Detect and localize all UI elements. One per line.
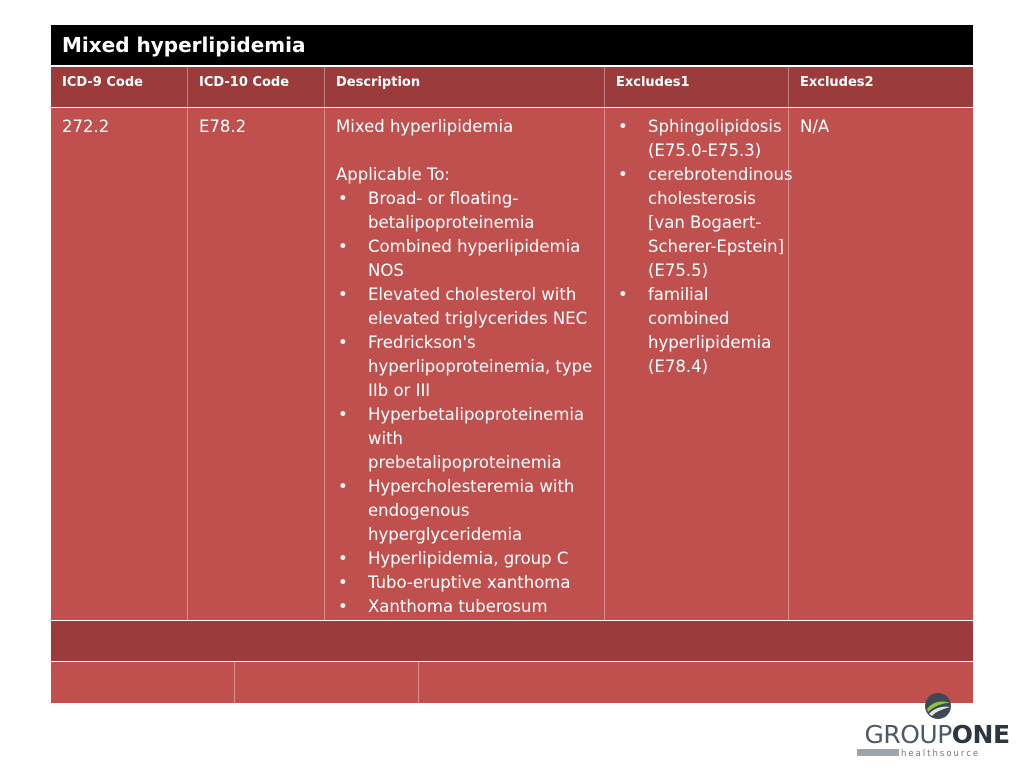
header-icd9: ICD-9 Code — [51, 67, 188, 107]
table-header-row: ICD-9 Code ICD-10 Code Description Exclu… — [51, 67, 973, 107]
applicable-list: Broad- or floating-betalipoproteinemia C… — [336, 187, 600, 619]
table-row: 272.2 E78.2 Mixed hyperlipidemia Applica… — [51, 108, 973, 620]
list-item: Xanthoma tuberosum — [336, 595, 600, 619]
groupone-logo: GROUPONE healthsource — [857, 692, 1017, 762]
empty-cell — [235, 662, 419, 703]
bottom-table-row — [51, 662, 973, 703]
list-item: Elevated cholesterol with elevated trigl… — [336, 283, 600, 331]
logo-wordmark: GROUPONE — [864, 720, 1010, 749]
list-item: Hypercholesteremia with endogenous hyper… — [336, 475, 600, 547]
list-item: cerebrotendinous cholesterosis [van Boga… — [616, 163, 793, 283]
empty-table-row — [51, 621, 973, 661]
logo-tagline: healthsource — [901, 749, 981, 759]
slide-title: Mixed hyperlipidemia — [51, 25, 973, 65]
header-icd10: ICD-10 Code — [188, 67, 325, 107]
empty-cell — [51, 662, 235, 703]
list-item: Hyperlipidemia, group C — [336, 547, 600, 571]
header-excludes2: Excludes2 — [800, 75, 874, 90]
excludes1-list: Sphingolipidosis (E75.0-E75.3) cerebrote… — [616, 115, 793, 379]
description-title: Mixed hyperlipidemia — [336, 117, 514, 136]
cell-excludes2: N/A — [800, 117, 830, 136]
list-item: Combined hyperlipidemia NOS — [336, 235, 600, 283]
applicable-label: Applicable To: — [336, 165, 450, 184]
header-excludes1: Excludes1 — [605, 67, 789, 107]
list-item: Fredrickson's hyperlipoproteinemia, type… — [336, 331, 600, 403]
list-item: Hyperbetalipoproteinemia with prebetalip… — [336, 403, 600, 475]
header-description: Description — [325, 67, 605, 107]
list-item: Broad- or floating-betalipoproteinemia — [336, 187, 600, 235]
globe-icon — [925, 693, 951, 719]
cell-excludes1: Sphingolipidosis (E75.0-E75.3) cerebrote… — [605, 108, 793, 620]
list-item: familial combined hyperlipidemia (E78.4) — [616, 283, 784, 379]
list-item: Sphingolipidosis (E75.0-E75.3) — [616, 115, 784, 163]
logo-bar — [857, 749, 899, 756]
cell-icd9: 272.2 — [51, 108, 188, 620]
list-item: Tubo-eruptive xanthoma — [336, 571, 600, 595]
cell-icd10: E78.2 — [188, 108, 325, 620]
cell-description: Mixed hyperlipidemia Applicable To: Broa… — [325, 108, 605, 620]
